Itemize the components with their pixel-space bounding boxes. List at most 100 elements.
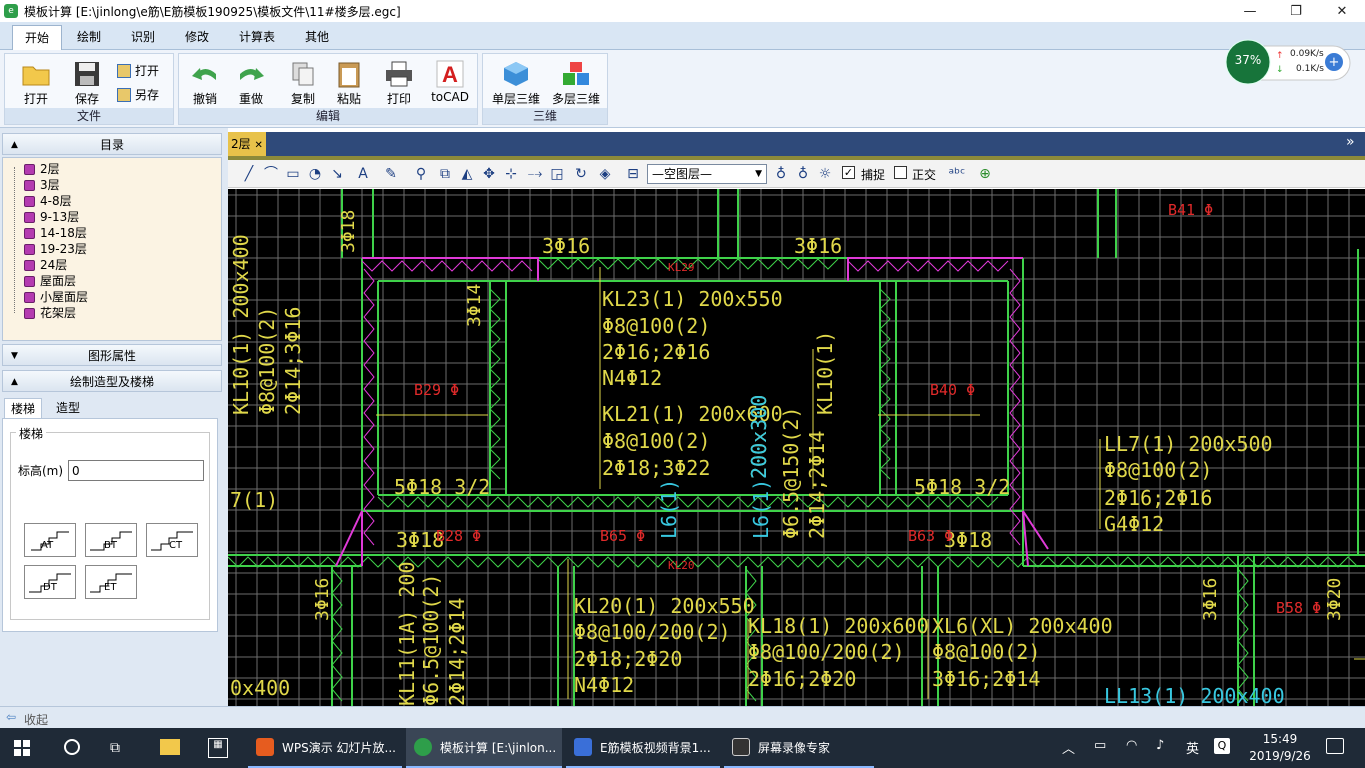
undo-icon bbox=[190, 60, 220, 88]
offset-tool-icon[interactable]: ⧉ bbox=[436, 165, 454, 183]
minimize-button[interactable]: — bbox=[1227, 0, 1273, 22]
task-view-icon[interactable]: ⧉ bbox=[110, 740, 120, 756]
windows-start-icon[interactable] bbox=[14, 740, 30, 756]
wifi-icon[interactable]: ◠ bbox=[1126, 738, 1137, 753]
floor-item[interactable]: 2层 bbox=[24, 161, 60, 177]
floor-item[interactable]: 24层 bbox=[24, 257, 67, 273]
tab-calc-table[interactable]: 计算表 bbox=[232, 25, 282, 50]
floor-item[interactable]: 9-13层 bbox=[24, 209, 79, 225]
ortho-checkbox[interactable] bbox=[894, 166, 907, 179]
bulb-on-icon[interactable]: ♁ bbox=[772, 165, 790, 183]
slab-annotation: B41 Φ bbox=[1168, 201, 1213, 219]
abc-icon[interactable]: ᵃᵇᶜ bbox=[948, 165, 966, 183]
draw-shape-stairs-header[interactable]: ▲ 绘制造型及楼梯 bbox=[2, 370, 222, 392]
floor-item[interactable]: 屋面层 bbox=[24, 273, 76, 289]
extend-tool-icon[interactable]: ⤍ bbox=[526, 165, 544, 183]
floor-item[interactable]: 4-8层 bbox=[24, 193, 72, 209]
taskbar-wps[interactable]: WPS演示 幻灯片放... bbox=[248, 728, 402, 768]
shape-properties-header[interactable]: ▼ 图形属性 bbox=[2, 344, 222, 366]
ime-indicator[interactable]: 英 bbox=[1186, 738, 1199, 757]
stair-type-ct-button[interactable]: CT bbox=[146, 523, 198, 557]
taskbar-video[interactable]: E筋模板视频背景1... bbox=[566, 728, 720, 768]
bulb-off-icon[interactable]: ♁ bbox=[794, 165, 812, 183]
sun-icon[interactable]: ☼ bbox=[816, 165, 834, 183]
tab-modify[interactable]: 修改 bbox=[172, 25, 222, 50]
close-tab-icon[interactable]: ✕ bbox=[254, 140, 262, 151]
ortho-label: 正交 bbox=[912, 168, 937, 182]
multi-floor-3d-button[interactable]: 多层三维 bbox=[547, 58, 605, 107]
print-button[interactable]: 打印 bbox=[377, 58, 421, 107]
taskbar-recorder[interactable]: 屏幕录像专家 bbox=[724, 728, 874, 768]
snap-label: 捕捉 bbox=[861, 168, 886, 182]
floor-item[interactable]: 14-18层 bbox=[24, 225, 87, 241]
svg-text:↓: ↓ bbox=[1276, 65, 1284, 75]
match-tool-icon[interactable]: ⚲ bbox=[412, 165, 430, 183]
search-icon[interactable] bbox=[64, 739, 80, 755]
arrow-left-icon[interactable]: ⇦ bbox=[6, 710, 16, 724]
clock-time[interactable]: 15:49 bbox=[1250, 732, 1310, 746]
battery-icon[interactable]: ▭ bbox=[1094, 738, 1106, 753]
tocad-button[interactable]: A toCAD bbox=[425, 58, 475, 104]
stair-type-bt-button[interactable]: BT bbox=[85, 523, 137, 557]
save-button[interactable]: 保存 bbox=[63, 58, 111, 107]
rotate-tool-icon[interactable]: ↻ bbox=[572, 165, 590, 183]
open-small-button[interactable]: 打开 bbox=[117, 62, 159, 79]
save-as-icon bbox=[117, 87, 131, 102]
tab-draw[interactable]: 绘制 bbox=[64, 25, 114, 50]
move-tool-icon[interactable]: ✥ bbox=[480, 165, 498, 183]
dimension-tool-icon[interactable]: ↘ bbox=[328, 165, 346, 183]
ime-pad-icon[interactable]: Q bbox=[1214, 738, 1230, 754]
chevron-up-icon[interactable]: ︿ bbox=[1062, 738, 1075, 757]
stair-type-et-button[interactable]: ET bbox=[85, 565, 137, 599]
layer-select[interactable]: —空图层— ▼ bbox=[647, 164, 767, 184]
tab-other[interactable]: 其他 bbox=[292, 25, 342, 50]
collapse-button[interactable]: 收起 bbox=[24, 711, 48, 728]
save-as-button[interactable]: 另存 bbox=[117, 86, 159, 103]
tab-shape[interactable]: 造型 bbox=[50, 398, 86, 418]
snap-checkbox[interactable]: ✓ bbox=[842, 166, 855, 179]
circle-tool-icon[interactable]: ◔ bbox=[306, 165, 324, 183]
tab-stairs[interactable]: 楼梯 bbox=[4, 398, 43, 418]
cad-canvas[interactable]: KL23(1) 200x550 Φ8@100(2) 2Φ16;2Φ16 N4Φ12 KL… bbox=[228, 189, 1365, 706]
line-tool-icon[interactable]: ╱ bbox=[240, 165, 258, 183]
trim-tool-icon[interactable]: ⊹ bbox=[502, 165, 520, 183]
taskbar-template-calc[interactable]: 模板计算 [E:\jinlon... bbox=[406, 728, 562, 768]
file-explorer-icon[interactable] bbox=[160, 739, 180, 755]
elevation-input[interactable] bbox=[68, 460, 204, 481]
stair-type-dt-button[interactable]: DT bbox=[24, 565, 76, 599]
layer-tool-icon[interactable]: ◈ bbox=[596, 165, 614, 183]
locate-icon[interactable]: ⊕ bbox=[976, 165, 994, 183]
maximize-button[interactable]: ❐ bbox=[1273, 0, 1319, 22]
open-button[interactable]: 打开 bbox=[11, 58, 61, 107]
scale-tool-icon[interactable]: ◲ bbox=[548, 165, 566, 183]
network-speed-widget[interactable]: + ↑ ↓ 37% 0.09K/s 0.1K/s bbox=[1224, 38, 1352, 86]
catalog-header[interactable]: ▲ 目录 bbox=[2, 133, 222, 155]
floor-item[interactable]: 小屋面层 bbox=[24, 289, 88, 305]
arc-tool-icon[interactable]: ⌒ bbox=[262, 165, 280, 183]
rect-tool-icon[interactable]: ▭ bbox=[284, 165, 302, 183]
floor-item[interactable]: 3层 bbox=[24, 177, 60, 193]
floor-item[interactable]: 19-23层 bbox=[24, 241, 87, 257]
tab-recognize[interactable]: 识别 bbox=[118, 25, 168, 50]
notification-icon[interactable] bbox=[1326, 738, 1344, 754]
clock-date[interactable]: 2019/9/26 bbox=[1244, 749, 1316, 763]
paste-button[interactable]: 粘贴 bbox=[327, 58, 371, 107]
wps-icon bbox=[256, 738, 274, 756]
tree-guide-line bbox=[14, 167, 15, 313]
mirror-tool-icon[interactable]: ◭ bbox=[458, 165, 476, 183]
drawing-tab-2f[interactable]: 2层 ✕ bbox=[228, 132, 266, 156]
close-button[interactable]: ✕ bbox=[1319, 0, 1365, 22]
floor-item[interactable]: 花架层 bbox=[24, 305, 76, 321]
text-tool-icon[interactable]: A bbox=[354, 165, 372, 183]
tab-start[interactable]: 开始 bbox=[12, 25, 62, 50]
volume-icon[interactable]: ♪ bbox=[1156, 738, 1164, 753]
brush-tool-icon[interactable]: ✎ bbox=[382, 165, 400, 183]
expand-panel-icon[interactable]: » bbox=[1346, 134, 1355, 150]
stair-type-at-button[interactable]: AT bbox=[24, 523, 76, 557]
copy-button[interactable]: 复制 bbox=[281, 58, 325, 107]
redo-button[interactable]: 重做 bbox=[229, 58, 273, 107]
undo-button[interactable]: 撤销 bbox=[183, 58, 227, 107]
calculator-icon[interactable]: ▦ bbox=[208, 738, 228, 758]
layer-manager-icon[interactable]: ⊟ bbox=[624, 165, 642, 183]
single-floor-3d-button[interactable]: 单层三维 bbox=[487, 58, 545, 107]
